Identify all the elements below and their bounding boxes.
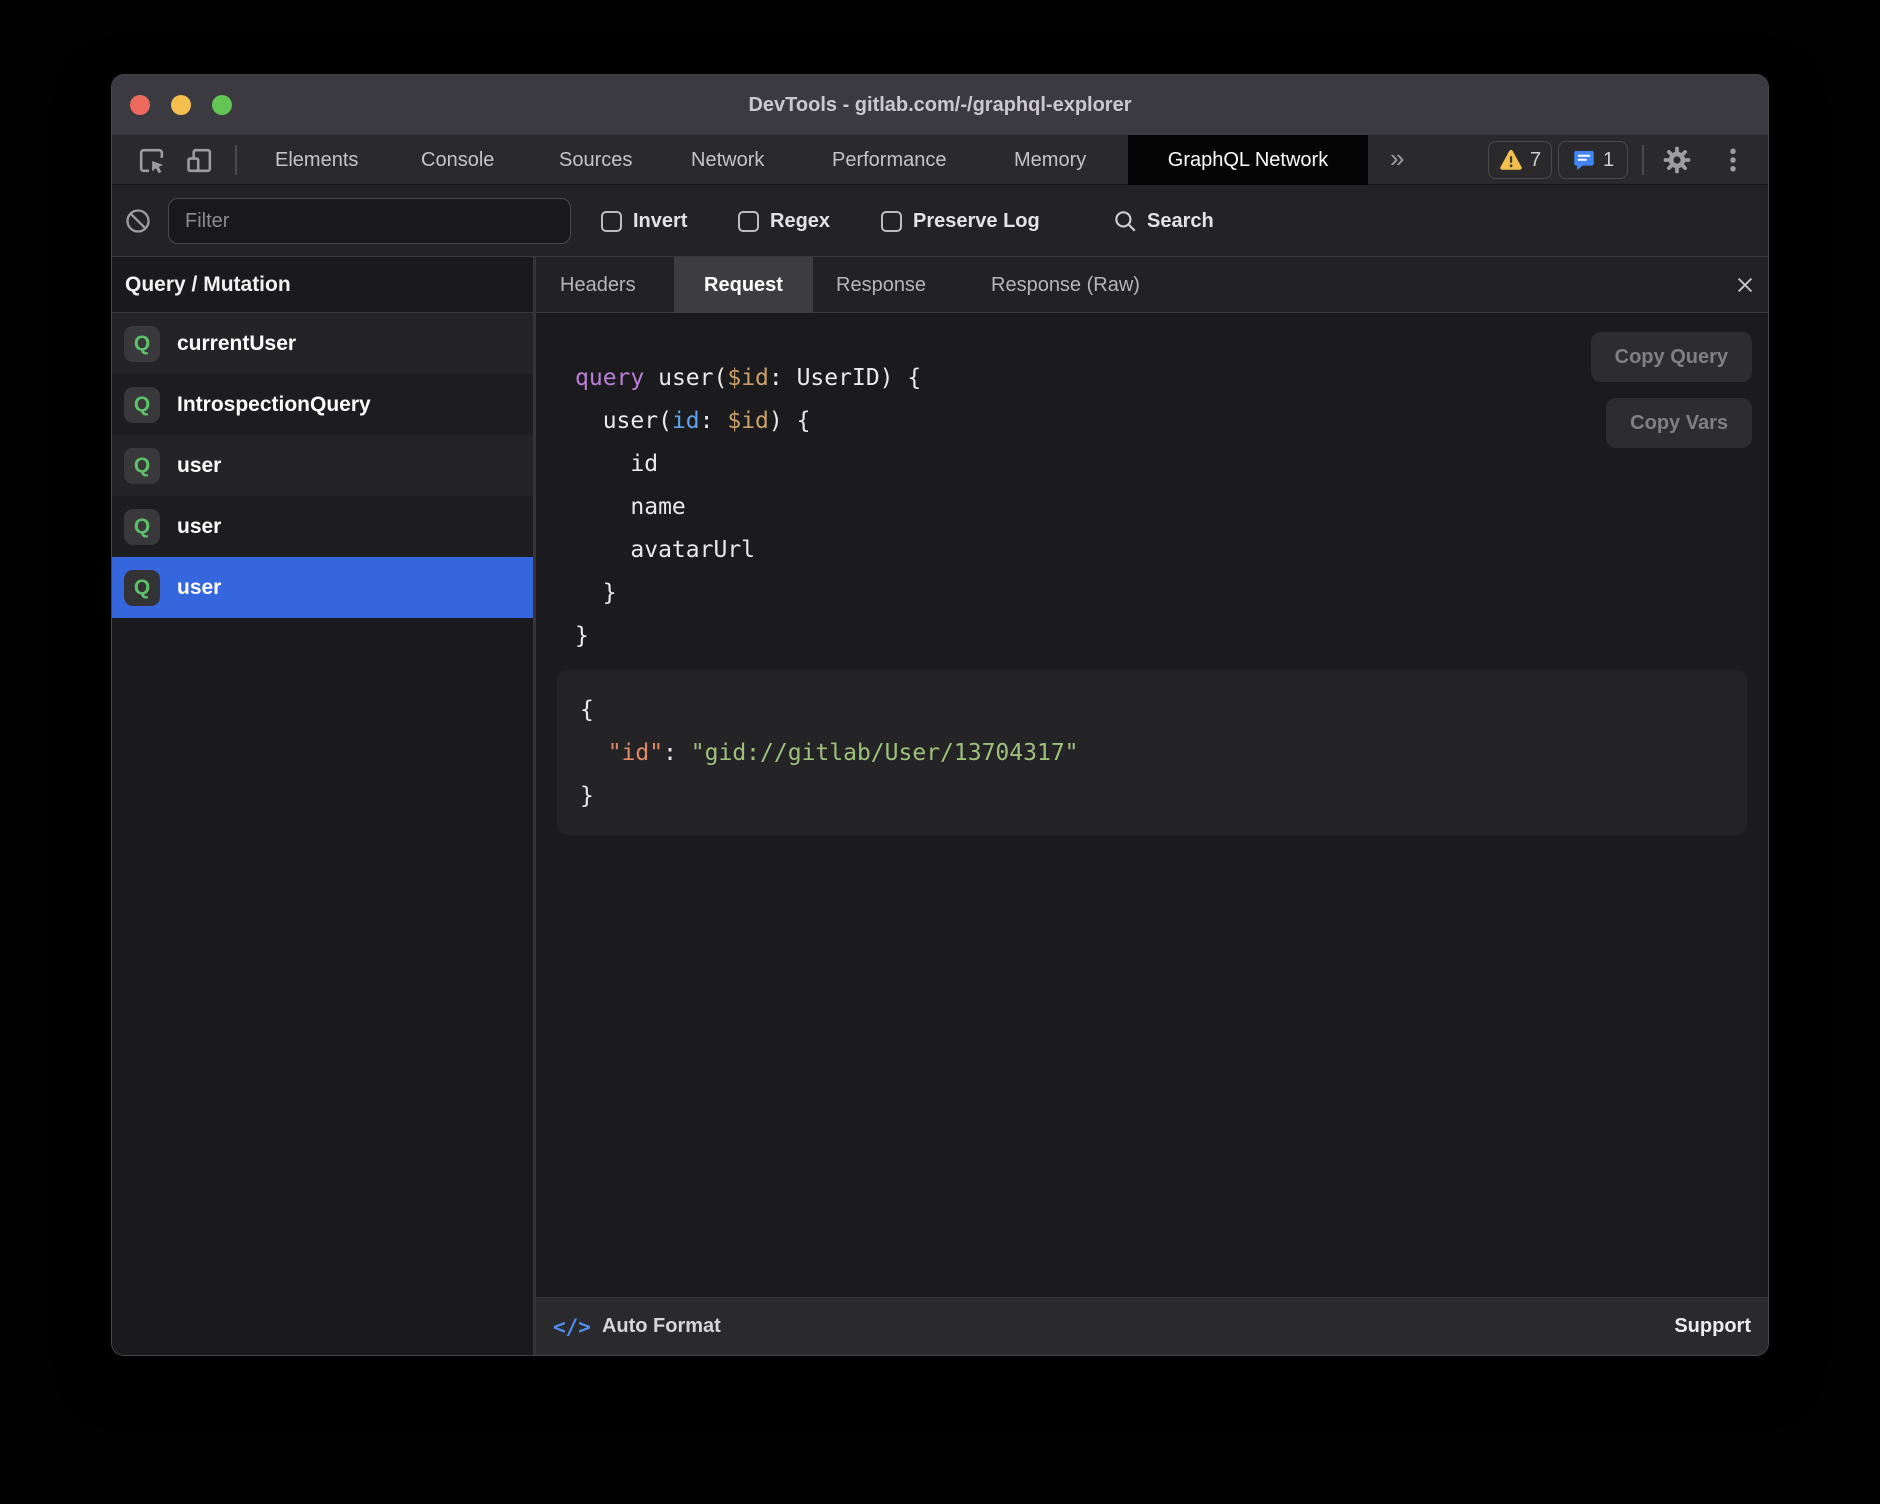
search-control[interactable]: Search [1112,185,1214,257]
invert-label: Invert [633,210,687,233]
devtools-window: DevTools - gitlab.com/-/graphql-explorer… [112,75,1768,1355]
code-brackets-icon: </> [553,1315,591,1339]
query-type-badge: Q [124,570,160,606]
message-icon [1572,149,1596,172]
variables-json-code: { "id": "gid://gitlab/User/13704317"} [580,689,1747,818]
sidebar-header: Query / Mutation [112,257,533,313]
query-name: user [177,515,221,539]
close-panel-icon[interactable] [1734,274,1756,296]
request-content: query user($id: UserID) { user(id: $id) … [536,313,1768,1297]
detail-tab-bar: Headers Request Response Response (Raw) [536,257,1768,313]
query-name: currentUser [177,332,296,356]
title-bar: DevTools - gitlab.com/-/graphql-explorer [112,75,1768,135]
query-list-item[interactable]: Q user [112,435,533,496]
regex-checkbox[interactable]: Regex [738,185,830,257]
copy-vars-button[interactable]: Copy Vars [1606,398,1752,448]
query-type-badge: Q [124,326,160,362]
inspect-element-icon[interactable] [135,144,167,176]
preserve-log-checkbox-box[interactable] [881,211,902,232]
query-name: user [177,454,221,478]
regex-label: Regex [770,210,830,233]
devtools-tab-bar: Elements Console Sources Network Perform… [112,135,1768,185]
invert-checkbox-box[interactable] [601,211,622,232]
tab-graphql-network[interactable]: GraphQL Network [1128,135,1368,185]
tab-response[interactable]: Response [836,257,926,313]
detail-panel: Headers Request Response Response (Raw) … [536,257,1768,1355]
copy-query-button[interactable]: Copy Query [1591,332,1752,382]
tab-performance[interactable]: Performance [832,135,947,185]
tab-request[interactable]: Request [674,257,813,313]
clear-block-icon[interactable] [124,207,152,235]
query-name: IntrospectionQuery [177,393,371,417]
query-name: user [177,576,221,600]
graphql-query-code: query user($id: UserID) { user(id: $id) … [575,357,921,658]
tab-bar-divider [235,145,237,175]
query-list-item[interactable]: Q user [112,496,533,557]
settings-gear-icon[interactable] [1661,144,1693,176]
issues-badge[interactable]: 1 [1558,141,1628,179]
tab-network[interactable]: Network [691,135,764,185]
filter-toolbar: Invert Regex Preserve Log Search [112,185,1768,257]
actions-divider [1642,145,1644,175]
preserve-log-label: Preserve Log [913,210,1040,233]
tab-headers[interactable]: Headers [560,257,636,313]
warnings-badge[interactable]: 7 [1488,141,1552,179]
tab-memory[interactable]: Memory [1014,135,1086,185]
query-list-item[interactable]: Q IntrospectionQuery [112,374,533,435]
regex-checkbox-box[interactable] [738,211,759,232]
auto-format-button[interactable]: </> Auto Format [553,1315,721,1339]
more-tabs-chevron[interactable]: » [1390,135,1404,185]
query-type-badge: Q [124,509,160,545]
query-list-sidebar: Query / Mutation Q currentUser Q Introsp… [112,257,533,1355]
tab-console[interactable]: Console [421,135,494,185]
tab-sources[interactable]: Sources [559,135,632,185]
tab-response-raw[interactable]: Response (Raw) [991,257,1140,313]
kebab-menu-icon[interactable] [1717,144,1749,176]
issues-count: 1 [1603,149,1614,172]
invert-checkbox[interactable]: Invert [601,185,687,257]
device-toolbar-icon[interactable] [183,144,215,176]
search-label: Search [1147,210,1214,233]
auto-format-label: Auto Format [602,1315,721,1338]
search-icon [1112,208,1138,234]
filter-input[interactable] [168,198,571,244]
tab-elements[interactable]: Elements [275,135,358,185]
query-type-badge: Q [124,387,160,423]
warning-count: 7 [1530,149,1541,172]
support-link[interactable]: Support [1674,1315,1751,1338]
query-list-item[interactable]: Q currentUser [112,313,533,374]
variables-box: { "id": "gid://gitlab/User/13704317"} [557,670,1747,835]
query-list-item-selected[interactable]: Q user [112,557,533,618]
preserve-log-checkbox[interactable]: Preserve Log [881,185,1040,257]
warning-icon [1499,149,1523,171]
panel-footer: </> Auto Format Support [536,1297,1768,1355]
query-type-badge: Q [124,448,160,484]
main-area: Query / Mutation Q currentUser Q Introsp… [112,257,1768,1355]
window-title: DevTools - gitlab.com/-/graphql-explorer [112,75,1768,135]
